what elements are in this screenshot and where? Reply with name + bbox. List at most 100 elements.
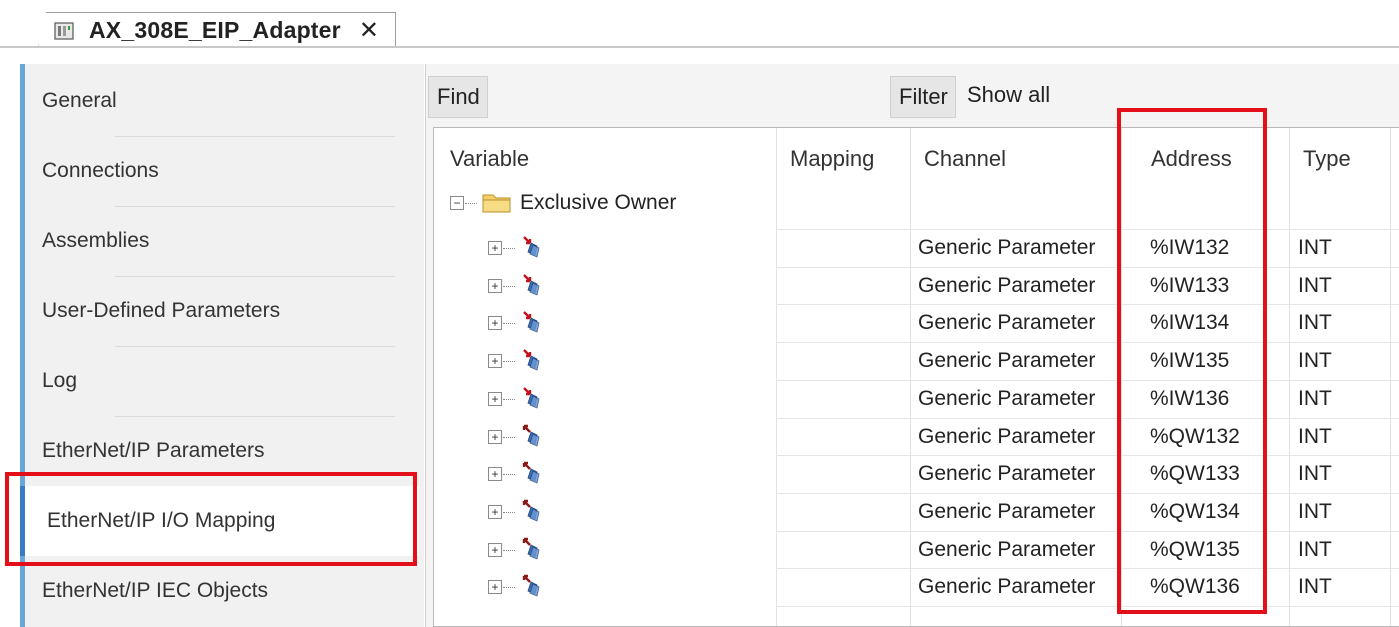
expand-icon[interactable]: + bbox=[488, 430, 502, 444]
editor-tab-title: AX_308E_EIP_Adapter bbox=[89, 17, 341, 43]
table-row[interactable]: + Generic Parameter %QW133 INT bbox=[434, 455, 1399, 493]
sidebar-item-label: EtherNet/IP IEC Objects bbox=[42, 579, 269, 602]
folder-icon bbox=[482, 194, 511, 213]
table-row[interactable]: + Generic Parameter %IW136 INT bbox=[434, 380, 1399, 418]
address-cell: %QW136 bbox=[1150, 575, 1240, 598]
type-cell: INT bbox=[1298, 425, 1332, 448]
output-mapping-icon bbox=[522, 424, 540, 447]
expand-icon[interactable]: + bbox=[488, 543, 502, 557]
device-icon bbox=[53, 20, 75, 42]
address-cell: %IW134 bbox=[1150, 311, 1230, 334]
address-cell: %QW134 bbox=[1150, 500, 1240, 523]
channel-cell: Generic Parameter bbox=[918, 575, 1096, 598]
sidebar-item-ethernet-ip-io-mapping[interactable]: EtherNet/IP I/O Mapping bbox=[20, 486, 419, 556]
tree-connector bbox=[503, 323, 515, 324]
filter-value[interactable]: Show all bbox=[967, 82, 1050, 108]
sidebar-item-assemblies[interactable]: Assemblies bbox=[25, 206, 424, 276]
table-row[interactable]: + Generic Parameter %IW133 INT bbox=[434, 267, 1399, 305]
sidebar-item-ethernet-ip-iec-objects[interactable]: EtherNet/IP IEC Objects bbox=[25, 556, 424, 626]
sidebar-item-label: User-Defined Parameters bbox=[42, 299, 281, 322]
expand-icon[interactable]: + bbox=[488, 279, 502, 293]
address-cell: %QW135 bbox=[1150, 538, 1240, 561]
type-cell: INT bbox=[1298, 538, 1332, 561]
tree-group-label: Exclusive Owner bbox=[520, 191, 677, 214]
output-mapping-icon bbox=[522, 499, 540, 522]
type-cell: INT bbox=[1298, 311, 1332, 334]
expand-icon[interactable]: + bbox=[488, 354, 502, 368]
column-header-type[interactable]: Type bbox=[1291, 134, 1389, 184]
sidebar-item-user-defined-parameters[interactable]: User-Defined Parameters bbox=[25, 276, 424, 346]
output-mapping-icon bbox=[522, 574, 540, 597]
toolbar: Find Filter Show all bbox=[426, 64, 1399, 122]
expand-icon[interactable]: + bbox=[488, 316, 502, 330]
tree-connector bbox=[503, 474, 515, 475]
address-cell: %QW133 bbox=[1150, 462, 1240, 485]
sidebar-item-label: Connections bbox=[42, 159, 159, 182]
expand-icon[interactable]: + bbox=[488, 580, 502, 594]
table-row[interactable]: + Generic Parameter %IW134 INT bbox=[434, 304, 1399, 342]
channel-cell: Generic Parameter bbox=[918, 274, 1096, 297]
channel-cell: Generic Parameter bbox=[918, 462, 1096, 485]
sidebar-item-log[interactable]: Log bbox=[25, 346, 424, 416]
address-cell: %IW133 bbox=[1150, 274, 1230, 297]
address-cell: %IW135 bbox=[1150, 349, 1230, 372]
sidebar-item-label: Log bbox=[42, 369, 78, 392]
channel-cell: Generic Parameter bbox=[918, 311, 1096, 334]
address-cell: %IW136 bbox=[1150, 387, 1230, 410]
expand-icon[interactable]: + bbox=[488, 392, 502, 406]
type-cell: INT bbox=[1298, 462, 1332, 485]
channel-cell: Generic Parameter bbox=[918, 500, 1096, 523]
sidebar-item-general[interactable]: General bbox=[25, 66, 424, 136]
sidebar-item-label: Assemblies bbox=[42, 229, 150, 252]
column-header-variable[interactable]: Variable bbox=[438, 134, 774, 184]
row-divider bbox=[776, 606, 1399, 607]
table-row[interactable]: + Generic Parameter %QW135 INT bbox=[434, 531, 1399, 569]
sidebar-item-label: General bbox=[42, 89, 117, 112]
sidebar-item-label: EtherNet/IP I/O Mapping bbox=[47, 509, 276, 532]
tree-connector bbox=[503, 437, 515, 438]
input-mapping-icon bbox=[523, 236, 540, 258]
column-header-address[interactable]: Address bbox=[1139, 134, 1289, 184]
input-mapping-icon bbox=[523, 387, 540, 409]
type-cell: INT bbox=[1298, 500, 1332, 523]
table-row[interactable]: + Generic Parameter %QW136 INT bbox=[434, 568, 1399, 606]
expand-icon[interactable]: + bbox=[488, 241, 502, 255]
channel-cell: Generic Parameter bbox=[918, 236, 1096, 259]
channel-cell: Generic Parameter bbox=[918, 538, 1096, 561]
editor-tab-strip: AX_308E_EIP_Adapter ✕ bbox=[0, 0, 1399, 50]
tree-connector bbox=[503, 512, 515, 513]
tree-group-row[interactable]: − Exclusive Owner bbox=[434, 184, 1399, 222]
input-mapping-icon bbox=[523, 349, 540, 371]
column-header-channel[interactable]: Channel bbox=[912, 134, 1118, 184]
channel-cell: Generic Parameter bbox=[918, 349, 1096, 372]
expand-icon[interactable]: + bbox=[488, 467, 502, 481]
table-row[interactable]: + Generic Parameter %QW134 INT bbox=[434, 493, 1399, 531]
input-mapping-icon bbox=[523, 311, 540, 333]
editor-tab[interactable]: AX_308E_EIP_Adapter ✕ bbox=[38, 12, 396, 48]
column-header-mapping[interactable]: Mapping bbox=[778, 134, 908, 184]
address-cell: %QW132 bbox=[1150, 425, 1240, 448]
table-row[interactable]: + Generic Parameter %IW132 INT bbox=[434, 229, 1399, 267]
type-cell: INT bbox=[1298, 575, 1332, 598]
table-row[interactable]: + Generic Parameter %IW135 INT bbox=[434, 342, 1399, 380]
type-cell: INT bbox=[1298, 274, 1332, 297]
channel-cell: Generic Parameter bbox=[918, 387, 1096, 410]
address-cell: %IW132 bbox=[1150, 236, 1230, 259]
output-mapping-icon bbox=[522, 461, 540, 484]
sidebar-item-ethernet-ip-parameters[interactable]: EtherNet/IP Parameters bbox=[25, 416, 424, 486]
find-button[interactable]: Find bbox=[428, 76, 488, 118]
table-row[interactable]: + Generic Parameter %QW132 INT bbox=[434, 418, 1399, 456]
io-mapping-panel: Find Filter Show all Variable Mapping Ch… bbox=[425, 64, 1399, 627]
type-cell: INT bbox=[1298, 349, 1332, 372]
close-icon[interactable]: ✕ bbox=[359, 16, 379, 45]
filter-button[interactable]: Filter bbox=[890, 76, 956, 118]
io-mapping-table: Variable Mapping Channel Address Type − … bbox=[433, 127, 1399, 627]
tree-connector bbox=[465, 203, 477, 204]
tree-connector bbox=[503, 361, 515, 362]
tree-connector bbox=[503, 248, 515, 249]
sidebar-item-label: EtherNet/IP Parameters bbox=[42, 439, 265, 462]
output-mapping-icon bbox=[522, 537, 540, 560]
collapse-icon[interactable]: − bbox=[450, 196, 464, 210]
sidebar-item-connections[interactable]: Connections bbox=[25, 136, 424, 206]
expand-icon[interactable]: + bbox=[488, 505, 502, 519]
